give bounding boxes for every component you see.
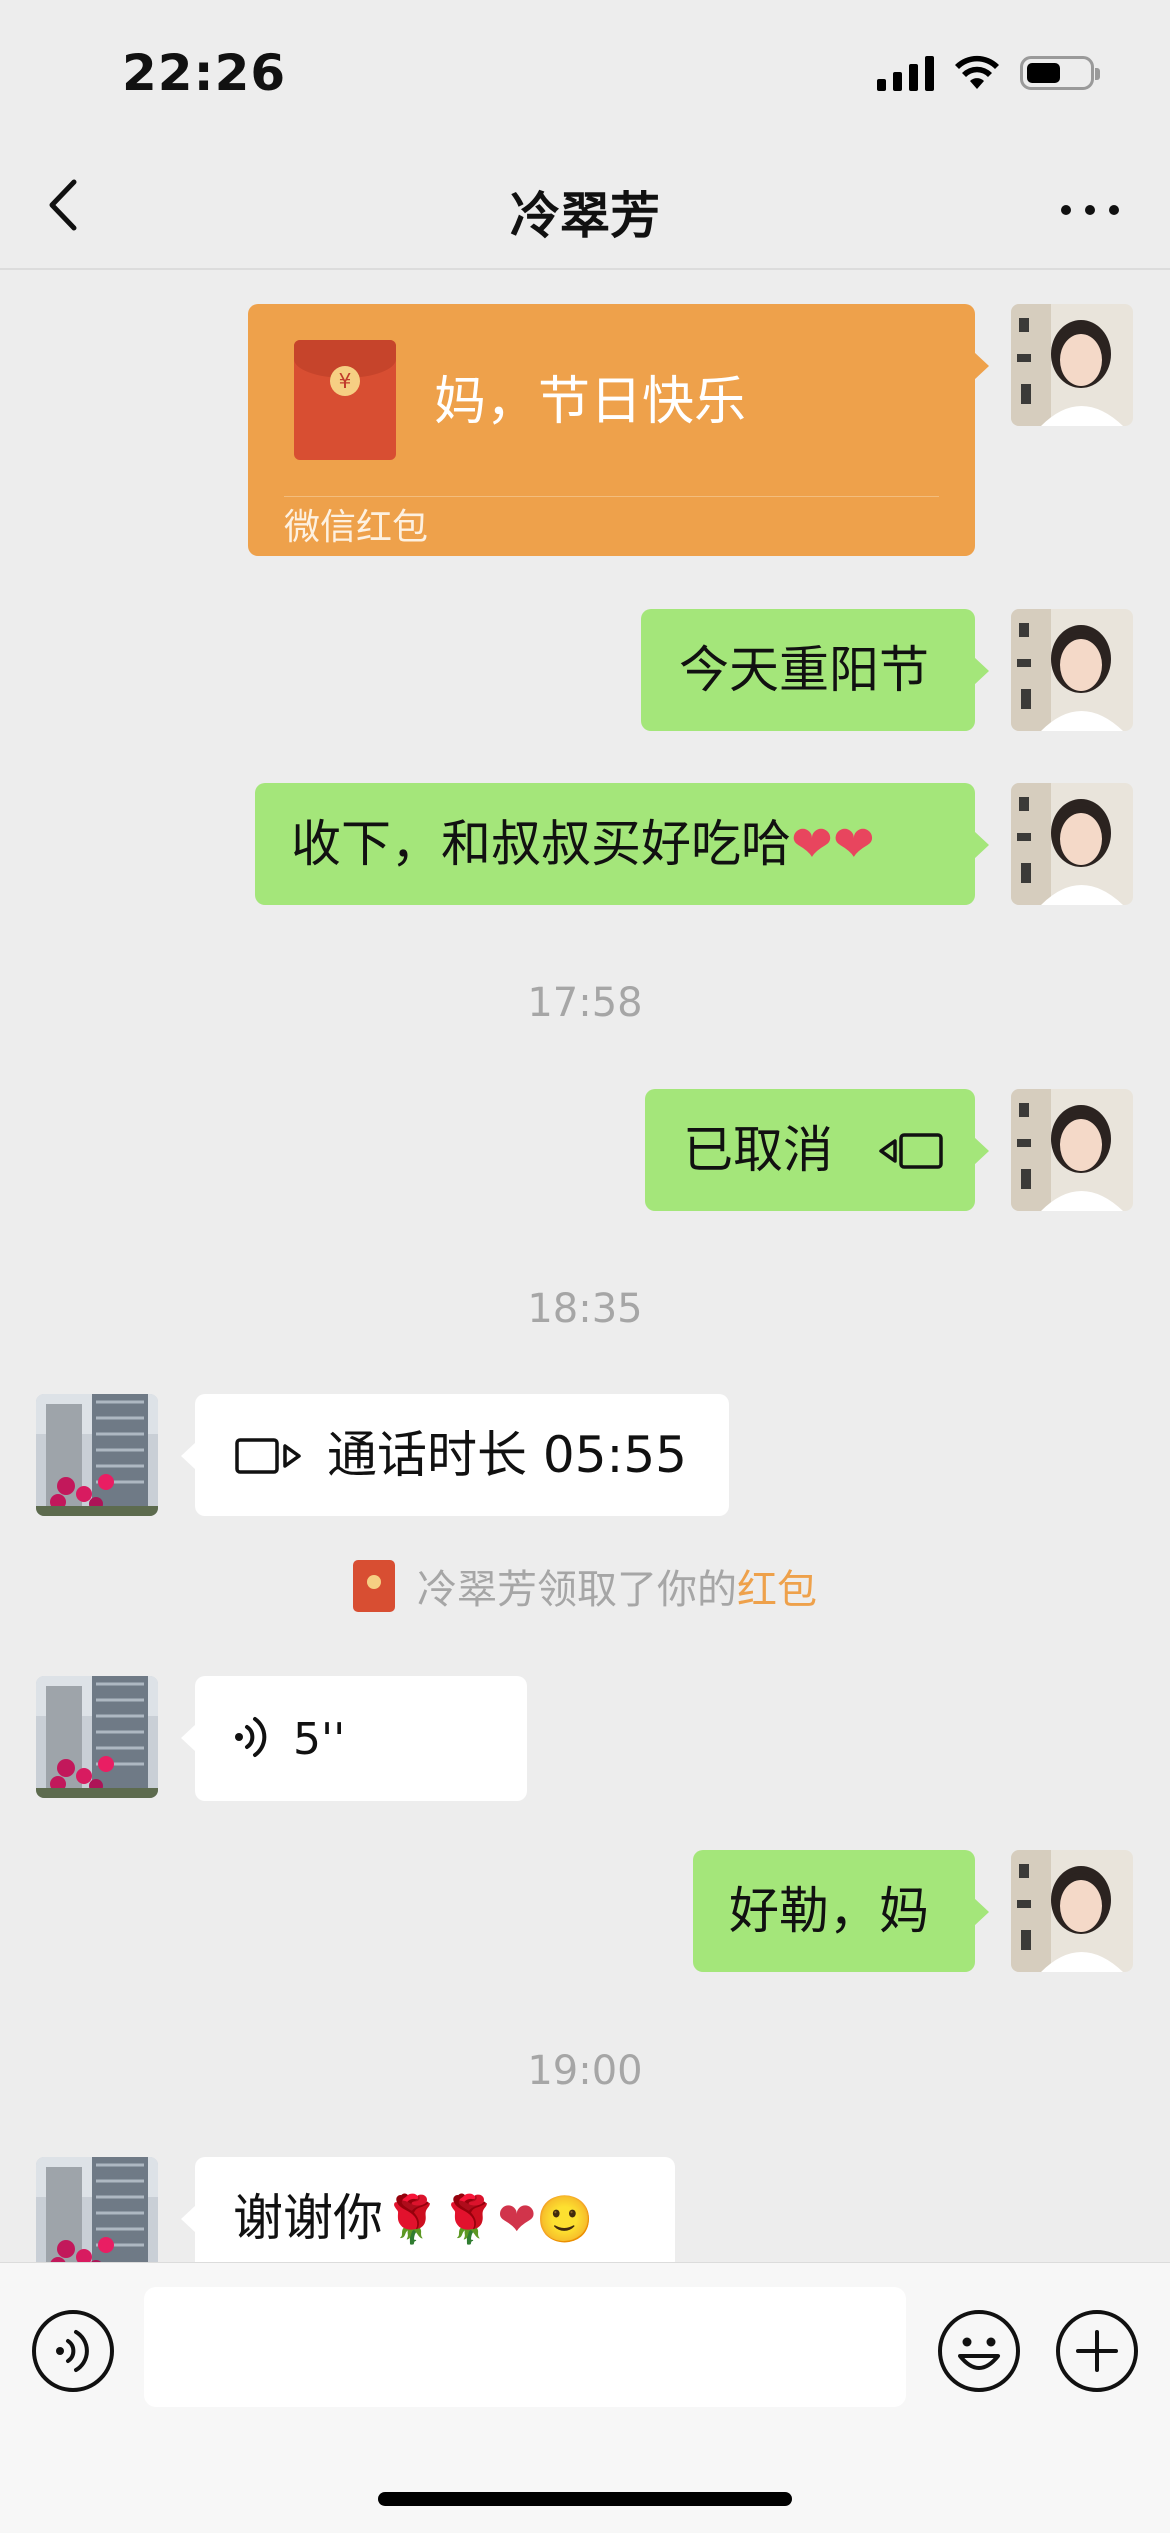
timestamp: 17:58 xyxy=(527,980,643,1026)
message-text: 通话时长 05:55 xyxy=(327,1426,687,1484)
more-icon[interactable] xyxy=(1050,180,1130,240)
status-time: 22:26 xyxy=(122,44,287,102)
status-bar: 22:26 xyxy=(0,0,1170,150)
status-icons xyxy=(877,55,1100,91)
emoji-sequence: 🌹🌹❤🙂 xyxy=(383,2192,594,2246)
timestamp: 19:00 xyxy=(527,2048,643,2094)
avatar[interactable] xyxy=(1011,304,1133,426)
notice-text: 冷翠芳领取了你的 xyxy=(417,1567,737,1613)
red-packet-icon: ¥ xyxy=(294,340,396,460)
voice-duration: 5'' xyxy=(293,1714,346,1765)
avatar[interactable] xyxy=(1011,1089,1133,1211)
cancelled-call-bubble[interactable]: 已取消 xyxy=(645,1089,989,1211)
message-bubble[interactable]: 收下，和叔叔买好吃哈❤❤ xyxy=(255,783,989,905)
voice-icon xyxy=(235,1716,267,1757)
red-packet-icon xyxy=(353,1560,395,1612)
message-text: 今天重阳节 xyxy=(679,641,929,699)
voice-input-icon[interactable] xyxy=(30,2308,116,2394)
red-packet-notice: 冷翠芳领取了你的红包 xyxy=(0,1557,1170,1615)
emoji-icon[interactable] xyxy=(936,2308,1022,2394)
signal-icon xyxy=(877,55,934,91)
message-text: 谢谢你 xyxy=(233,2189,383,2247)
video-call-bubble[interactable]: 通话时长 05:55 xyxy=(181,1394,729,1516)
message-bubble[interactable]: 今天重阳节 xyxy=(641,609,989,731)
red-packet-message[interactable]: ¥ 妈，节日快乐 微信红包 xyxy=(248,304,989,556)
message-bubble[interactable]: 好勒，妈 xyxy=(693,1850,989,1972)
timestamp: 18:35 xyxy=(527,1286,643,1332)
red-packet-label: 微信红包 xyxy=(284,507,429,548)
message-input[interactable] xyxy=(144,2287,906,2407)
plus-icon[interactable] xyxy=(1054,2308,1140,2394)
avatar[interactable] xyxy=(1011,1850,1133,1972)
avatar[interactable] xyxy=(1011,609,1133,731)
wifi-icon xyxy=(955,55,999,89)
message-text: 好勒，妈 xyxy=(729,1882,929,1940)
red-packet-link[interactable]: 红包 xyxy=(737,1567,817,1613)
avatar[interactable] xyxy=(36,1394,158,1516)
avatar[interactable] xyxy=(36,2157,158,2279)
chat-header: 冷翠芳 xyxy=(0,150,1170,270)
heart-emoji: ❤❤ xyxy=(791,815,875,873)
video-call-icon xyxy=(235,1437,301,1474)
divider xyxy=(284,496,939,497)
red-packet-greeting: 妈，节日快乐 xyxy=(434,372,747,432)
video-call-icon xyxy=(879,1132,943,1169)
home-indicator xyxy=(378,2492,792,2506)
battery-icon xyxy=(1020,56,1100,90)
chat-title: 冷翠芳 xyxy=(510,187,660,245)
avatar[interactable] xyxy=(1011,783,1133,905)
voice-message-bubble[interactable]: 5'' xyxy=(181,1676,527,1801)
message-text: 收下，和叔叔买好吃哈 xyxy=(291,815,791,873)
message-text: 已取消 xyxy=(683,1121,833,1179)
avatar[interactable] xyxy=(36,1676,158,1798)
